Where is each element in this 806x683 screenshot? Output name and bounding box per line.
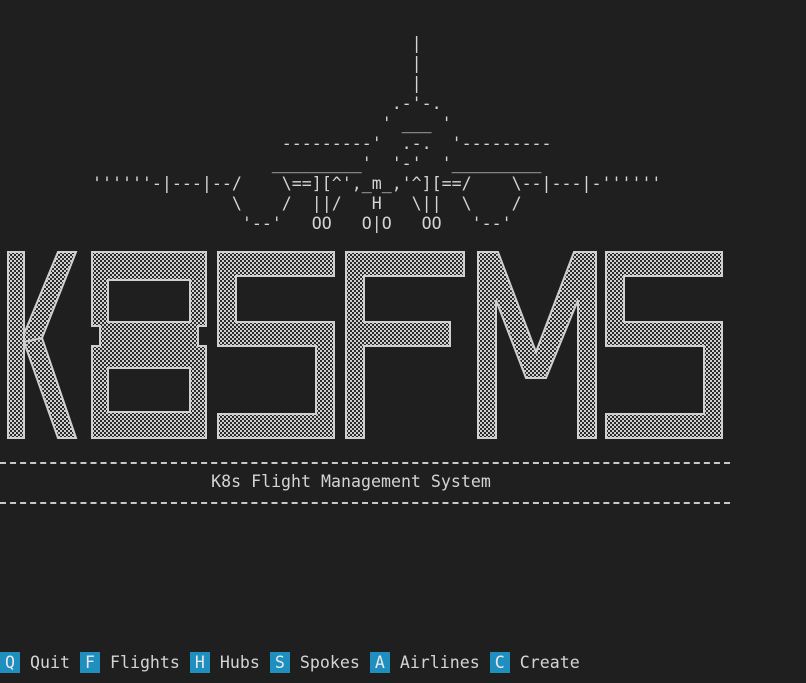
hubs-key[interactable]: H xyxy=(189,652,210,673)
create-key[interactable]: C xyxy=(489,652,510,673)
ascii-line: ''''''-|---|--/ \==][^',_m_,'^][==/ \--|… xyxy=(72,174,662,193)
quit-label[interactable]: Quit xyxy=(20,652,80,673)
divider-top xyxy=(0,462,730,464)
hubs-label[interactable]: Hubs xyxy=(210,652,270,673)
ascii-line: | xyxy=(72,34,422,53)
create-label[interactable]: Create xyxy=(510,652,590,673)
ascii-line: _________' '-' '_________ xyxy=(72,154,542,173)
terminal-screen: | | | .-'-. ' ___ ' ---------' .-. '----… xyxy=(0,0,806,683)
logo-letter-s xyxy=(217,251,335,439)
flights-label[interactable]: Flights xyxy=(100,652,190,673)
airlines-label[interactable]: Airlines xyxy=(390,652,490,673)
app-subtitle: K8s Flight Management System xyxy=(211,472,491,491)
quit-key[interactable]: Q xyxy=(0,652,20,673)
divider-bottom xyxy=(0,502,730,504)
logo-letter-k xyxy=(7,251,78,439)
logo-letter-s-2 xyxy=(605,251,723,439)
logo-letter-8 xyxy=(91,251,207,439)
airlines-key[interactable]: A xyxy=(369,652,390,673)
ascii-line: '--' OO O|O OO '--' xyxy=(72,214,512,233)
logo-letter-m xyxy=(477,251,597,439)
ascii-line: .-'-. xyxy=(72,94,442,113)
flights-key[interactable]: F xyxy=(79,652,100,673)
logo-letter-f xyxy=(345,251,465,439)
k8sfms-logo xyxy=(7,251,723,439)
command-bar: Q Quit F Flights H Hubs S Spokes A Airlines C Creat… xyxy=(0,652,590,673)
ascii-airplane-art: | | | .-'-. ' ___ ' ---------' .-. '----… xyxy=(72,34,661,234)
spokes-label[interactable]: Spokes xyxy=(290,652,370,673)
ascii-line: | xyxy=(72,74,422,93)
ascii-line: \ / ||/ H \|| \ / xyxy=(72,194,522,213)
ascii-line: ' ___ ' xyxy=(72,114,452,133)
ascii-line: | xyxy=(72,54,422,73)
ascii-line: ---------' .-. '--------- xyxy=(72,134,552,153)
spokes-key[interactable]: S xyxy=(269,652,290,673)
